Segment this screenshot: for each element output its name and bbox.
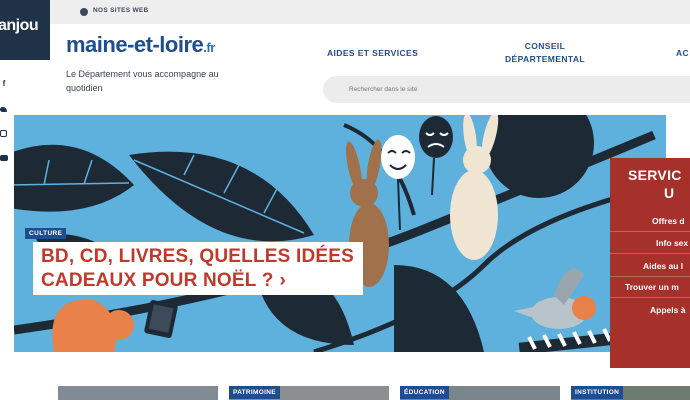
hero-headline-line2-text: CADEAUX POUR NOËL ? [41, 270, 274, 291]
hero-headline-line1: BD, CD, LIVRES, QUELLES IDÉES [41, 246, 355, 267]
anjou-badge[interactable]: anjou [0, 0, 50, 60]
chevron-right-icon: › [279, 270, 287, 291]
our-websites-link[interactable]: NOS SITES WEB [93, 7, 149, 14]
social-links: f [0, 60, 14, 400]
news-card-2[interactable]: PATRIMOINE [229, 386, 389, 400]
services-item-1[interactable]: Offres d [610, 210, 690, 232]
services-title-line1: SERVIC [628, 167, 682, 183]
services-item-2[interactable]: Info sex [610, 232, 690, 254]
services-item-3[interactable]: Aides au l [610, 255, 690, 277]
instagram-icon[interactable] [0, 130, 8, 138]
logo-suffix: .fr [203, 40, 215, 55]
category-tag-education: ÉDUCATION [400, 386, 449, 399]
news-card-3[interactable]: ÉDUCATION [400, 386, 560, 400]
services-panel-title: SERVIC U [628, 166, 682, 202]
search-input[interactable] [349, 84, 549, 95]
category-tag-patrimoine: PATRIMOINE [229, 386, 280, 399]
services-panel: SERVIC U Offres d Info sex Aides au l Tr… [610, 158, 690, 368]
hero-banner[interactable] [14, 115, 666, 352]
services-item-5[interactable]: Appels à [610, 299, 690, 321]
nav-item-truncated[interactable]: AC [676, 47, 689, 60]
top-bar: NOS SITES WEB [0, 0, 690, 24]
hero-headline-line2: CADEAUX POUR NOËL ? › [41, 269, 354, 293]
category-tag-culture[interactable]: CULTURE [25, 228, 67, 239]
services-title-line2: U [664, 185, 675, 201]
nav-conseil-line2: DÉPARTEMENTAL [505, 54, 585, 64]
logo-main: maine-et-loire [66, 32, 204, 57]
tagline: Le Département vous accompagne au quotid… [66, 69, 219, 93]
nav-aides-services[interactable]: AIDES ET SERVICES [327, 47, 418, 60]
twitter-icon[interactable] [0, 106, 8, 114]
news-card-1[interactable] [58, 386, 218, 400]
globe-icon [80, 8, 88, 16]
services-item-4[interactable]: Trouver un m [610, 276, 690, 298]
youtube-icon[interactable] [0, 155, 8, 163]
news-card-4[interactable]: INSTITUTION [571, 386, 690, 400]
site-logo[interactable]: maine-et-loire.fr [66, 32, 215, 58]
facebook-icon[interactable]: f [0, 80, 8, 88]
hero-illustration [14, 115, 666, 352]
search-bar[interactable] [323, 76, 690, 103]
category-tag-institution: INSTITUTION [571, 386, 624, 399]
nav-conseil-line1: CONSEIL [524, 41, 566, 51]
hero-headline-link[interactable]: BD, CD, LIVRES, QUELLES IDÉES CADEAUX PO… [33, 242, 364, 295]
nav-conseil-departemental[interactable]: CONSEIL DÉPARTEMENTAL [505, 40, 585, 66]
anjou-logo-text: anjou [0, 17, 39, 34]
